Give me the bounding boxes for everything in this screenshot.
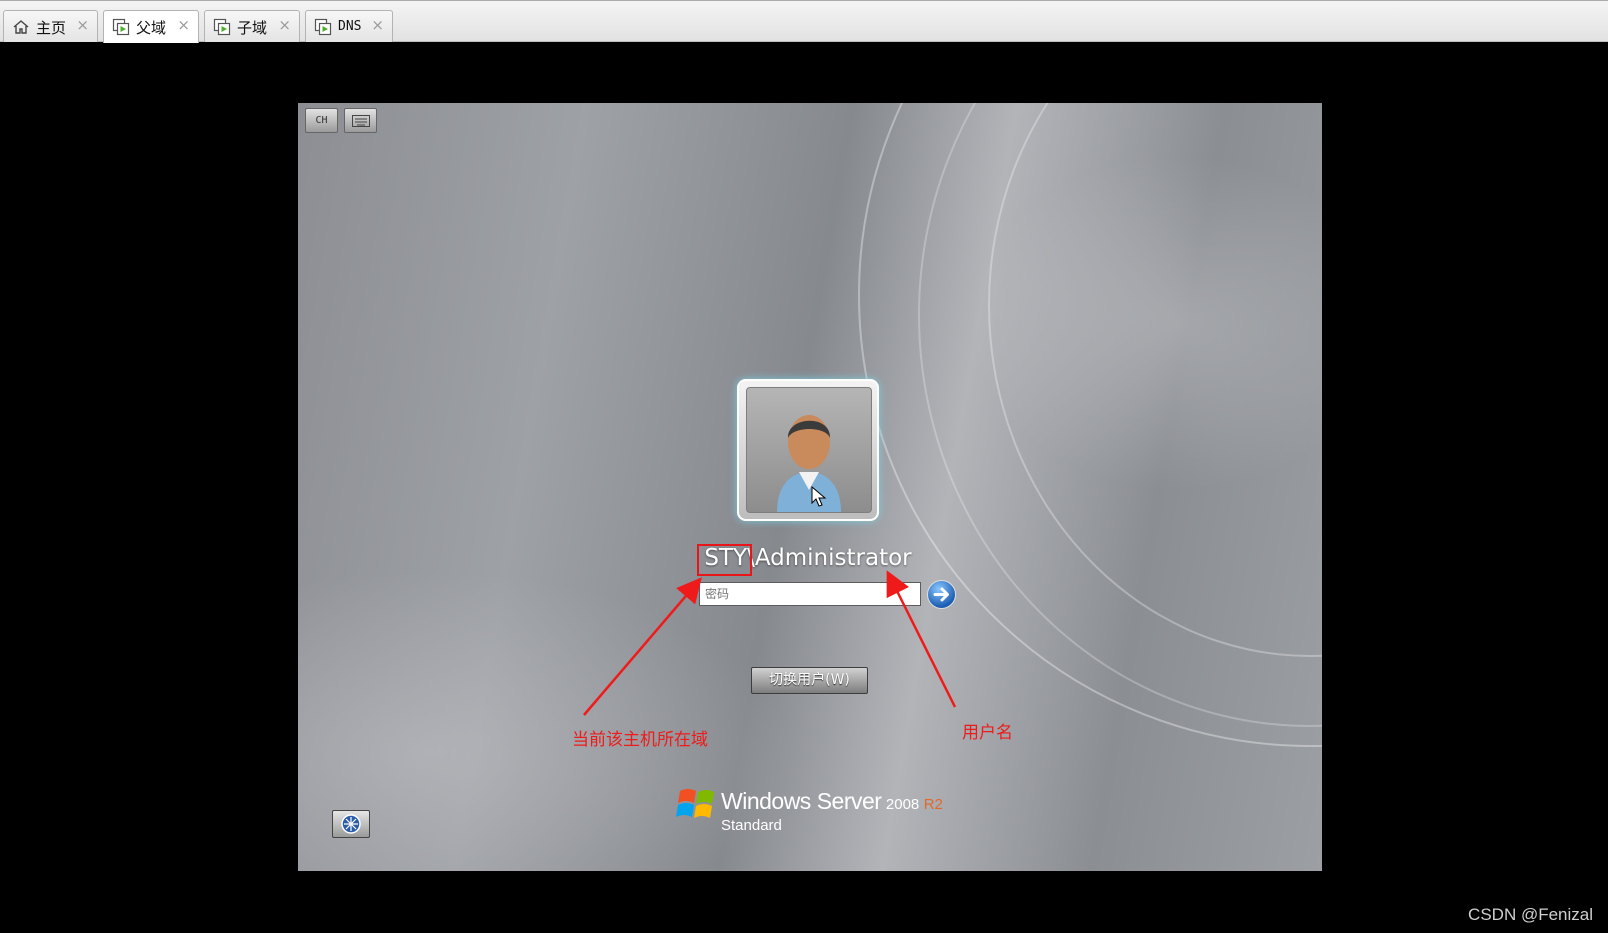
close-icon[interactable]: × bbox=[278, 16, 291, 34]
arrow-right-icon bbox=[933, 587, 949, 602]
windows-server-logo: Windows Server 2008 R2 Standard bbox=[676, 783, 956, 843]
tab-child-domain[interactable]: 子域 × bbox=[204, 10, 300, 42]
watermark: CSDN @Fenizal bbox=[1468, 905, 1593, 924]
tab-home[interactable]: 主页 × bbox=[3, 10, 98, 42]
close-icon[interactable]: × bbox=[371, 16, 384, 34]
tab-label: 主页 bbox=[36, 19, 67, 37]
domain-annotation: 当前该主机所在域 bbox=[572, 730, 708, 750]
keyboard-button[interactable] bbox=[344, 108, 377, 133]
password-input[interactable] bbox=[699, 582, 921, 606]
product-name: Windows Server 2008 R2 bbox=[721, 788, 943, 815]
home-icon bbox=[13, 20, 29, 34]
vm-icon bbox=[213, 18, 231, 36]
user-avatar-icon bbox=[777, 415, 841, 512]
domain-highlight-box bbox=[697, 544, 752, 576]
avatar bbox=[746, 387, 872, 513]
close-icon[interactable]: × bbox=[76, 16, 89, 34]
windows-flag-icon bbox=[676, 789, 714, 818]
tab-label: 子域 bbox=[237, 19, 268, 37]
product-version: 2008 bbox=[885, 796, 920, 813]
product-release: R2 bbox=[923, 796, 943, 813]
user-tile[interactable] bbox=[737, 379, 879, 521]
tab-parent-domain[interactable]: 父域 × bbox=[103, 10, 199, 43]
vm-icon bbox=[112, 18, 130, 36]
switch-user-button[interactable]: 切换用户(W) bbox=[751, 667, 868, 694]
submit-button[interactable] bbox=[927, 580, 956, 609]
product-title: Windows Server bbox=[721, 788, 882, 814]
close-icon[interactable]: × bbox=[177, 16, 190, 34]
username-annotation: 用户名 bbox=[962, 723, 1013, 743]
ease-of-access-icon bbox=[341, 814, 361, 834]
keyboard-icon bbox=[351, 115, 370, 127]
tab-label: 父域 bbox=[136, 19, 167, 37]
tab-bar: 主页 × 父域 × 子域 × DNS × bbox=[0, 0, 1608, 43]
vm-icon bbox=[314, 18, 332, 36]
vm-screen[interactable]: CH STY\Administrator 切换用户(W) Windows Ser… bbox=[298, 103, 1322, 871]
tab-dns[interactable]: DNS × bbox=[305, 10, 393, 42]
mouse-cursor-icon bbox=[811, 486, 827, 507]
product-edition: Standard bbox=[721, 817, 782, 834]
ease-of-access-button[interactable] bbox=[332, 810, 370, 838]
language-button[interactable]: CH bbox=[305, 108, 338, 133]
tab-label: DNS bbox=[338, 19, 362, 34]
